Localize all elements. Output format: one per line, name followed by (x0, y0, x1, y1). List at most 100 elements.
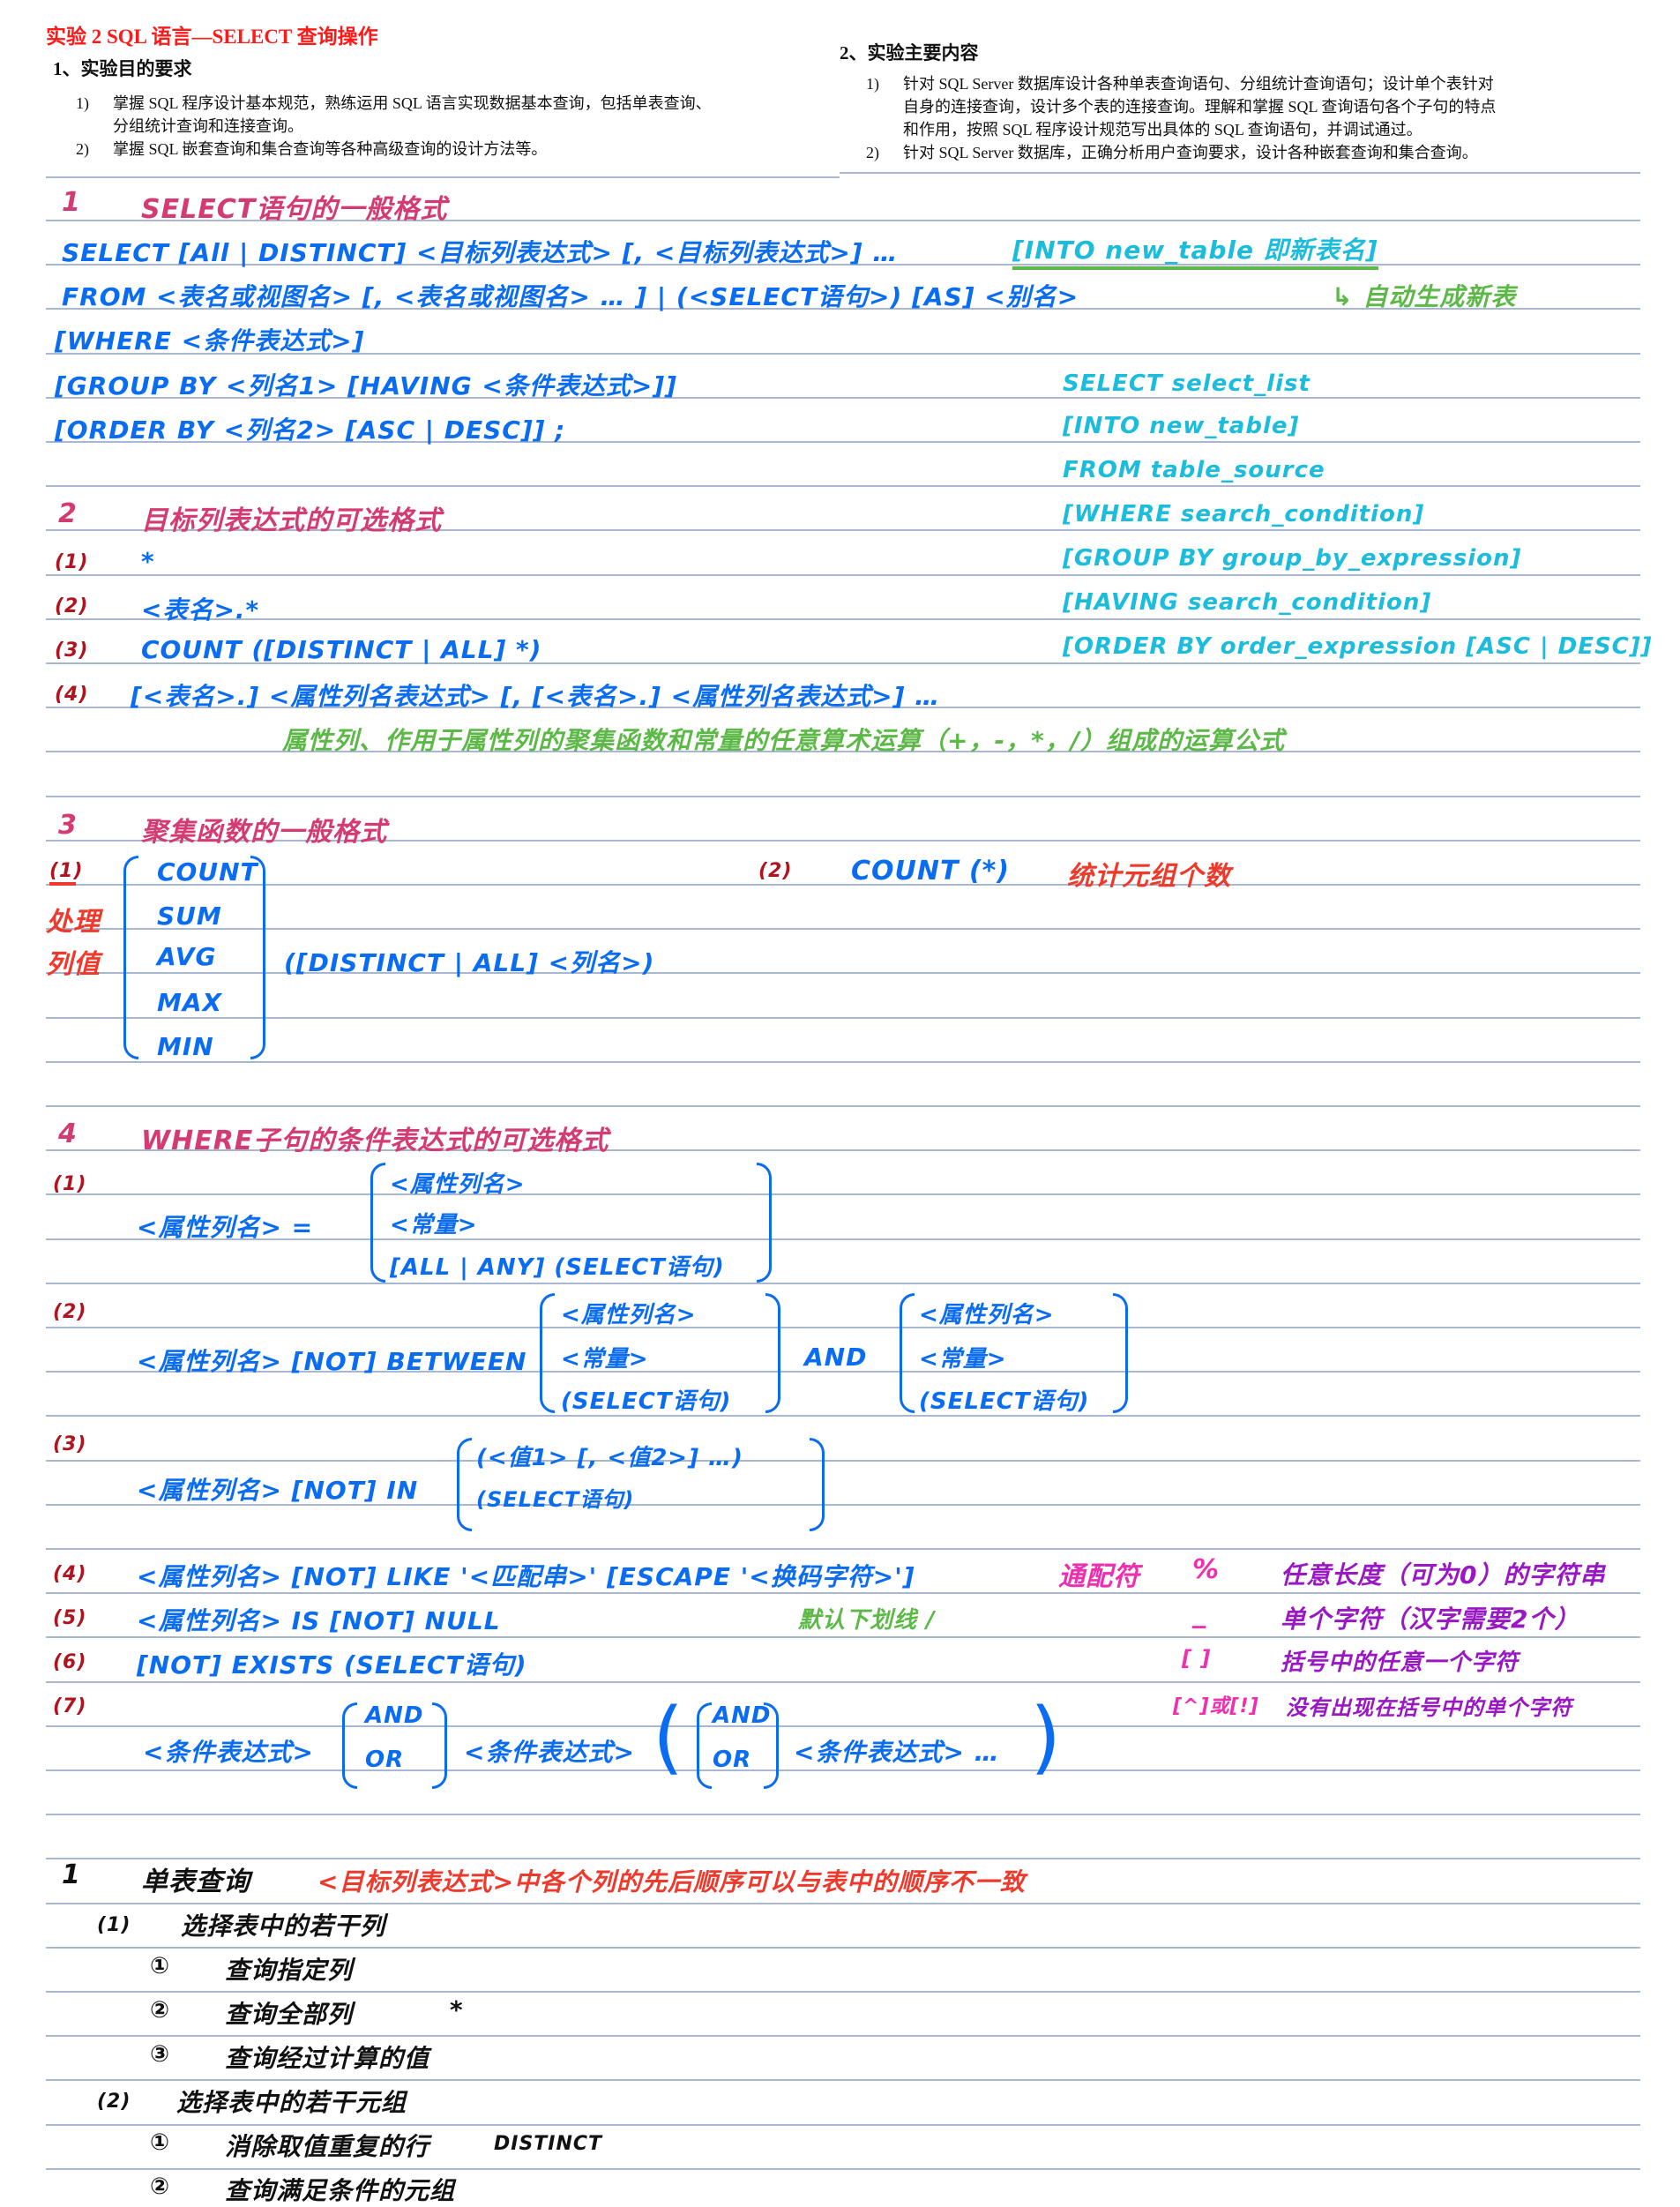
sub1-item1-num: ① (150, 1953, 171, 1979)
agg-min: MIN (157, 1032, 214, 1061)
count-star: COUNT (*) (851, 856, 1011, 887)
f4-text: <属性列名> [NOT] LIKE '<匹配串>' [ESCAPE '<换码字符… (137, 1562, 915, 1591)
s2-item2-text: <表名>.* (141, 595, 260, 625)
f7-close-paren-icon: ) (1030, 1691, 1062, 1784)
en-syntax-select: SELECT select_list (1063, 370, 1310, 397)
f2-b-option-1: <属性列名> (919, 1302, 1055, 1328)
rule-line (46, 574, 1640, 576)
f6-num: (6) (53, 1651, 87, 1673)
section2-number: 2 (58, 498, 78, 529)
rule-line (46, 1460, 1640, 1462)
s2-item4-num: (4) (55, 684, 89, 706)
s2-item3-num: (3) (55, 640, 89, 662)
agg-count: COUNT (157, 857, 258, 887)
rule-line (46, 1858, 1640, 1859)
rule-line (46, 1193, 1640, 1195)
into-note: [INTO new_table 即新表名] (1012, 231, 1378, 270)
f3-option-1: (<值1> [, <值2>] …) (476, 1445, 743, 1471)
en-syntax-where: [WHERE search_condition] (1063, 501, 1425, 527)
sub1-item1-text: 查询指定列 (225, 1956, 354, 1985)
f7-right-brace-2-icon (764, 1702, 779, 1789)
rule-line (46, 1415, 1640, 1417)
f1-option-3: [ALL | ANY] (SELECT语句) (390, 1254, 725, 1281)
section4-title: WHERE子句的条件表达式的可选格式 (141, 1126, 609, 1156)
right-brace-icon (250, 856, 265, 1059)
f2-a-option-3: (SELECT语句) (561, 1388, 732, 1415)
rule-line (46, 884, 1640, 886)
rule-line (46, 1947, 1640, 1949)
s2-item3-text: COUNT ([DISTINCT | ALL] *) (141, 635, 542, 664)
rule-line (46, 1283, 1640, 1284)
en-syntax-groupby: [GROUP BY group_by_expression] (1063, 545, 1522, 572)
wildcard-label: 通配符 (1058, 1561, 1140, 1592)
f1-num: (1) (53, 1173, 87, 1195)
content-1-line3: 和作用，按照 SQL 程序设计规范写出具体的 SQL 查询语句，并调试通过。 (903, 121, 1422, 138)
rule-line (46, 1903, 1640, 1904)
s3-side-label-1: 处理 (46, 907, 101, 938)
sub2-item2-text: 查询满足条件的元组 (225, 2176, 456, 2205)
sub1-num: (1) (97, 1914, 131, 1936)
part1-note: <目标列表达式>中各个列的先后顺序可以与表中的顺序不一致 (317, 1867, 1026, 1897)
s3-side-label-2: 列值 (46, 949, 101, 980)
f3-left-brace-icon (457, 1438, 472, 1531)
s2-note: 属性列、作用于属性列的聚集函数和常量的任意算术运算（+，-，*，/）组成的运算公… (282, 726, 1285, 755)
wildcard-percent: % (1192, 1554, 1221, 1585)
objective-num-1: 1) (76, 94, 89, 112)
part1-number: 1 (62, 1859, 81, 1890)
s2-item4-text: [<表名>.] <属性列名表达式> [, [<表名>.] <属性列名表达式>] … (131, 682, 941, 711)
f7-open-paren-icon: ( (653, 1691, 684, 1784)
wildcard-percent-desc: 任意长度（可为0）的字符串 (1281, 1560, 1606, 1590)
rule-line (46, 1681, 1640, 1683)
header-divider (46, 176, 840, 178)
rule-line (46, 2124, 1640, 2126)
section-heading-objectives: 1、实验目的要求 (53, 58, 192, 79)
wildcard-underscore-desc: 单个字符（汉字需要2个） (1281, 1605, 1580, 1634)
f2-left-brace-b-icon (900, 1293, 915, 1413)
rule-line (46, 2079, 1640, 2081)
rule-line (46, 1327, 1640, 1328)
sub2-num: (2) (97, 2091, 131, 2113)
objective-2-line1: 掌握 SQL 嵌套查询和集合查询等各种高级查询的设计方法等。 (113, 140, 548, 158)
objective-1-line1: 掌握 SQL 程序设计基本规范，熟练运用 SQL 语言实现数据基本查询，包括单表… (113, 94, 712, 112)
rule-line (46, 928, 1640, 930)
f1-lhs: <属性列名> = (137, 1213, 314, 1242)
syntax-groupby-line: [GROUP BY <列名1> [HAVING <条件表达式>]] (55, 371, 677, 400)
f3-lhs: <属性列名> [NOT] IN (137, 1476, 419, 1505)
f2-lhs: <属性列名> [NOT] BETWEEN (137, 1347, 527, 1376)
sub1-item3-text: 查询经过计算的值 (225, 2044, 430, 2073)
sub2-item1-extra: DISTINCT (494, 2133, 603, 2155)
document-title: 实验 2 SQL 语言—SELECT 查询操作 (46, 26, 378, 48)
rule-line (46, 796, 1640, 797)
rule-line (46, 2035, 1640, 2037)
f3-option-2: (SELECT语句) (476, 1487, 635, 1512)
content-2-line1: 针对 SQL Server 数据库，正确分析用户查询要求，设计各种嵌套查询和集合… (903, 144, 1478, 161)
f5-note: 默认下划线 / (798, 1607, 936, 1634)
en-syntax-having: [HAVING search_condition] (1063, 589, 1432, 616)
rule-line (46, 1814, 1640, 1815)
f7-op-and: AND (365, 1702, 424, 1729)
wildcard-underscore: _ (1192, 1598, 1206, 1629)
section3-title: 聚集函数的一般格式 (141, 817, 387, 848)
f5-num: (5) (53, 1607, 87, 1629)
content-num-1: 1) (866, 75, 879, 93)
sub1-item3-num: ③ (150, 2041, 171, 2068)
header-divider (840, 172, 1640, 174)
rule-line (46, 1548, 1640, 1550)
f7-left-brace-icon (342, 1702, 357, 1789)
f2-and: AND (804, 1343, 868, 1372)
f2-b-option-2: <常量> (919, 1346, 1007, 1373)
rule-line (46, 485, 1640, 487)
f1-right-brace-icon (757, 1163, 772, 1283)
f7-left-brace-2-icon (697, 1702, 712, 1789)
wildcard-brackets: [ ] (1182, 1646, 1212, 1671)
part1-title: 单表查询 (141, 1867, 250, 1897)
section-heading-content: 2、实验主要内容 (840, 42, 979, 64)
f2-b-option-3: (SELECT语句) (919, 1388, 1090, 1415)
f4-num: (4) (53, 1563, 87, 1585)
f2-left-brace-a-icon (540, 1293, 555, 1413)
f7-op-or: OR (365, 1747, 405, 1773)
sub1-item2-text: 查询全部列 (225, 2000, 354, 2029)
rule-line (46, 2168, 1640, 2170)
section1-title: SELECT语句的一般格式 (141, 194, 448, 225)
f2-right-brace-a-icon (765, 1293, 780, 1413)
